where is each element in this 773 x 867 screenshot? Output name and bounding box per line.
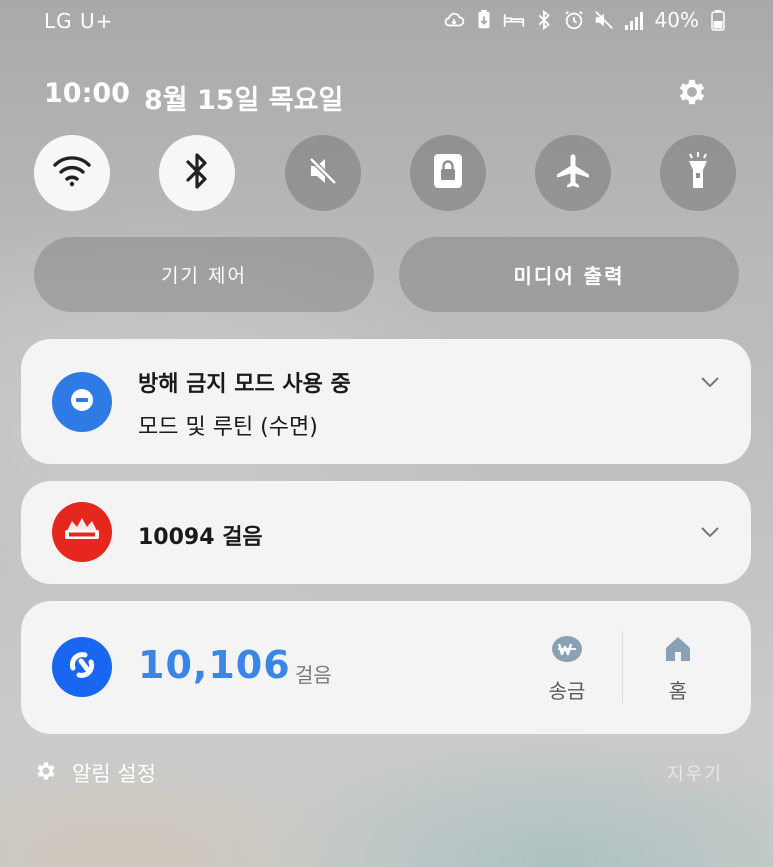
toss-logo-icon — [65, 648, 99, 686]
status-icons: 40% — [443, 8, 729, 32]
alarm-icon — [563, 9, 585, 31]
chevron-down-icon — [700, 373, 720, 392]
flashlight-toggle[interactable] — [660, 135, 736, 211]
dnd-app-icon — [52, 372, 112, 432]
battery-saver-icon — [473, 9, 495, 31]
steps-app-icon — [52, 502, 112, 562]
bluetooth-icon — [185, 152, 209, 194]
home-icon — [658, 631, 698, 667]
won-coin-icon — [547, 631, 587, 667]
widget-divider — [622, 631, 623, 703]
sound-mute-icon — [305, 153, 341, 193]
screen-lock-icon — [431, 152, 465, 194]
clock-time[interactable]: 10:00 — [44, 78, 130, 117]
home-button[interactable]: 홈 — [643, 631, 713, 711]
step-unit: 걸음 — [295, 663, 332, 687]
bed-icon — [503, 9, 525, 31]
datetime: 10:00 8월 15일 목요일 — [44, 78, 343, 117]
status-bar: LG U+ 40% — [0, 0, 773, 42]
gear-icon — [675, 75, 709, 113]
battery-percent: 40% — [654, 8, 699, 32]
dnd-title: 방해 금지 모드 사용 중 — [138, 372, 351, 397]
wifi-toggle[interactable] — [34, 135, 110, 211]
bluetooth-toggle[interactable] — [159, 135, 235, 211]
dnd-subtitle: 모드 및 루틴 (수면) — [138, 415, 318, 440]
send-money-label: 송금 — [548, 679, 586, 703]
notification-settings-label: 알림 설정 — [72, 762, 156, 786]
dnd-expand-button[interactable] — [699, 371, 721, 393]
mute-icon — [593, 9, 615, 31]
cashwalk-logo-icon — [61, 515, 103, 549]
steps-title: 10094 걸음 — [138, 525, 263, 550]
steps-expand-button[interactable] — [699, 521, 721, 543]
airplane-icon — [553, 151, 593, 195]
send-money-button[interactable]: 송금 — [532, 631, 602, 711]
cloud-sync-icon — [443, 9, 465, 31]
step-count: 10,106 — [138, 643, 291, 687]
carrier-name: LG U+ — [44, 9, 114, 33]
sound-toggle[interactable] — [285, 135, 361, 211]
settings-button[interactable] — [674, 76, 710, 112]
widget-app-icon — [52, 637, 112, 697]
rotation-lock-toggle[interactable] — [410, 135, 486, 211]
media-output-button[interactable]: 미디어 출력 — [399, 237, 739, 312]
notification-settings-button[interactable]: 알림 설정 — [34, 757, 156, 789]
steps-notification[interactable]: 10094 걸음 — [21, 481, 751, 584]
flashlight-icon — [684, 151, 712, 195]
chevron-down-icon — [700, 523, 720, 542]
wifi-icon — [52, 154, 92, 192]
panel-header: 10:00 8월 15일 목요일 — [44, 76, 734, 116]
clear-all-button[interactable]: 지우기 — [643, 751, 747, 794]
battery-icon — [707, 9, 729, 31]
signal-icon — [623, 9, 645, 31]
home-label: 홈 — [668, 679, 688, 703]
quick-toggles — [34, 135, 736, 211]
gear-icon — [34, 759, 58, 788]
bluetooth-icon — [533, 9, 555, 31]
do-not-disturb-icon — [69, 387, 95, 417]
step-widget[interactable]: 10,106 걸음 송금 홈 — [21, 601, 751, 734]
date-label[interactable]: 8월 15일 목요일 — [144, 78, 343, 117]
airplane-toggle[interactable] — [535, 135, 611, 211]
dnd-notification[interactable]: 방해 금지 모드 사용 중 모드 및 루틴 (수면) — [21, 339, 751, 464]
device-control-button[interactable]: 기기 제어 — [34, 237, 374, 312]
